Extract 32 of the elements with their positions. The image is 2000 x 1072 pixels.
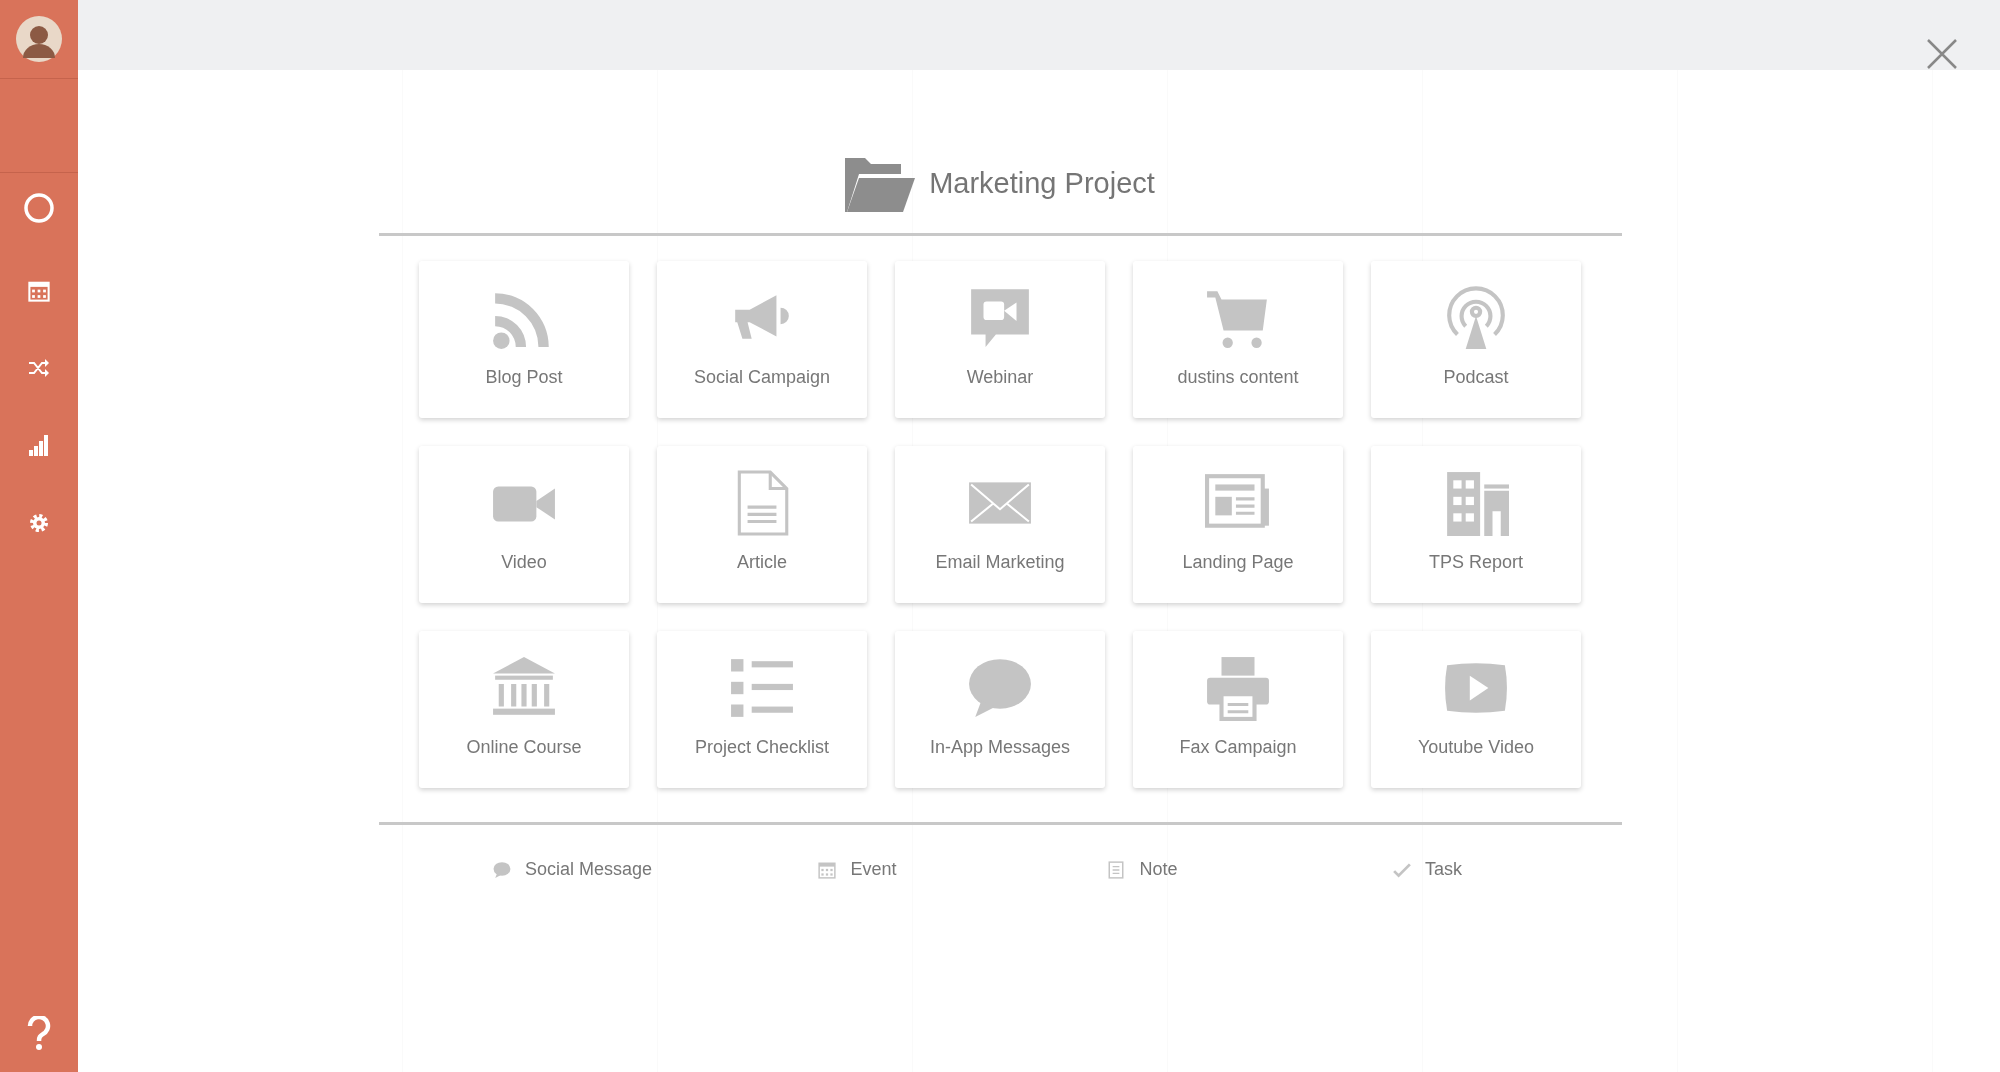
calendar-icon[interactable] [28,280,50,302]
calendar-icon [818,860,837,879]
content-type-card[interactable]: Online Course [419,631,629,788]
content-type-card[interactable]: Youtube Video [1371,631,1581,788]
content-type-card[interactable]: Fax Campaign [1133,631,1343,788]
content-type-card[interactable]: Video [419,446,629,603]
content-type-card[interactable]: dustins content [1133,261,1343,418]
content-type-card[interactable]: Webinar [895,261,1105,418]
close-icon[interactable] [1926,38,1958,70]
quick-add-button[interactable]: Task [1393,859,1462,880]
modal-title: Marketing Project [929,166,1155,200]
content-type-card[interactable]: Project Checklist [657,631,867,788]
content-type-card[interactable]: Landing Page [1133,446,1343,603]
circle-icon[interactable] [23,192,55,224]
quick-add-button[interactable]: Event [818,859,897,880]
content-type-card[interactable]: Podcast [1371,261,1581,418]
help-icon[interactable] [27,1016,51,1050]
content-type-card[interactable]: Email Marketing [895,446,1105,603]
content-type-card[interactable]: TPS Report [1371,446,1581,603]
settings-icon[interactable] [28,512,50,534]
note-icon [1107,860,1126,879]
chat-bubble-icon [492,860,511,879]
quick-add-button[interactable]: Note [1107,859,1178,880]
quick-add-button[interactable]: Social Message [492,859,653,880]
content-type-card[interactable]: Article [657,446,867,603]
avatar[interactable] [16,16,62,62]
content-type-card[interactable]: Blog Post [419,261,629,418]
content-type-card[interactable]: In-App Messages [895,631,1105,788]
printer-icon [1205,655,1271,721]
shuffle-icon[interactable] [28,358,50,378]
content-type-card[interactable]: Social Campaign [657,261,867,418]
bar-chart-icon[interactable] [28,434,50,456]
